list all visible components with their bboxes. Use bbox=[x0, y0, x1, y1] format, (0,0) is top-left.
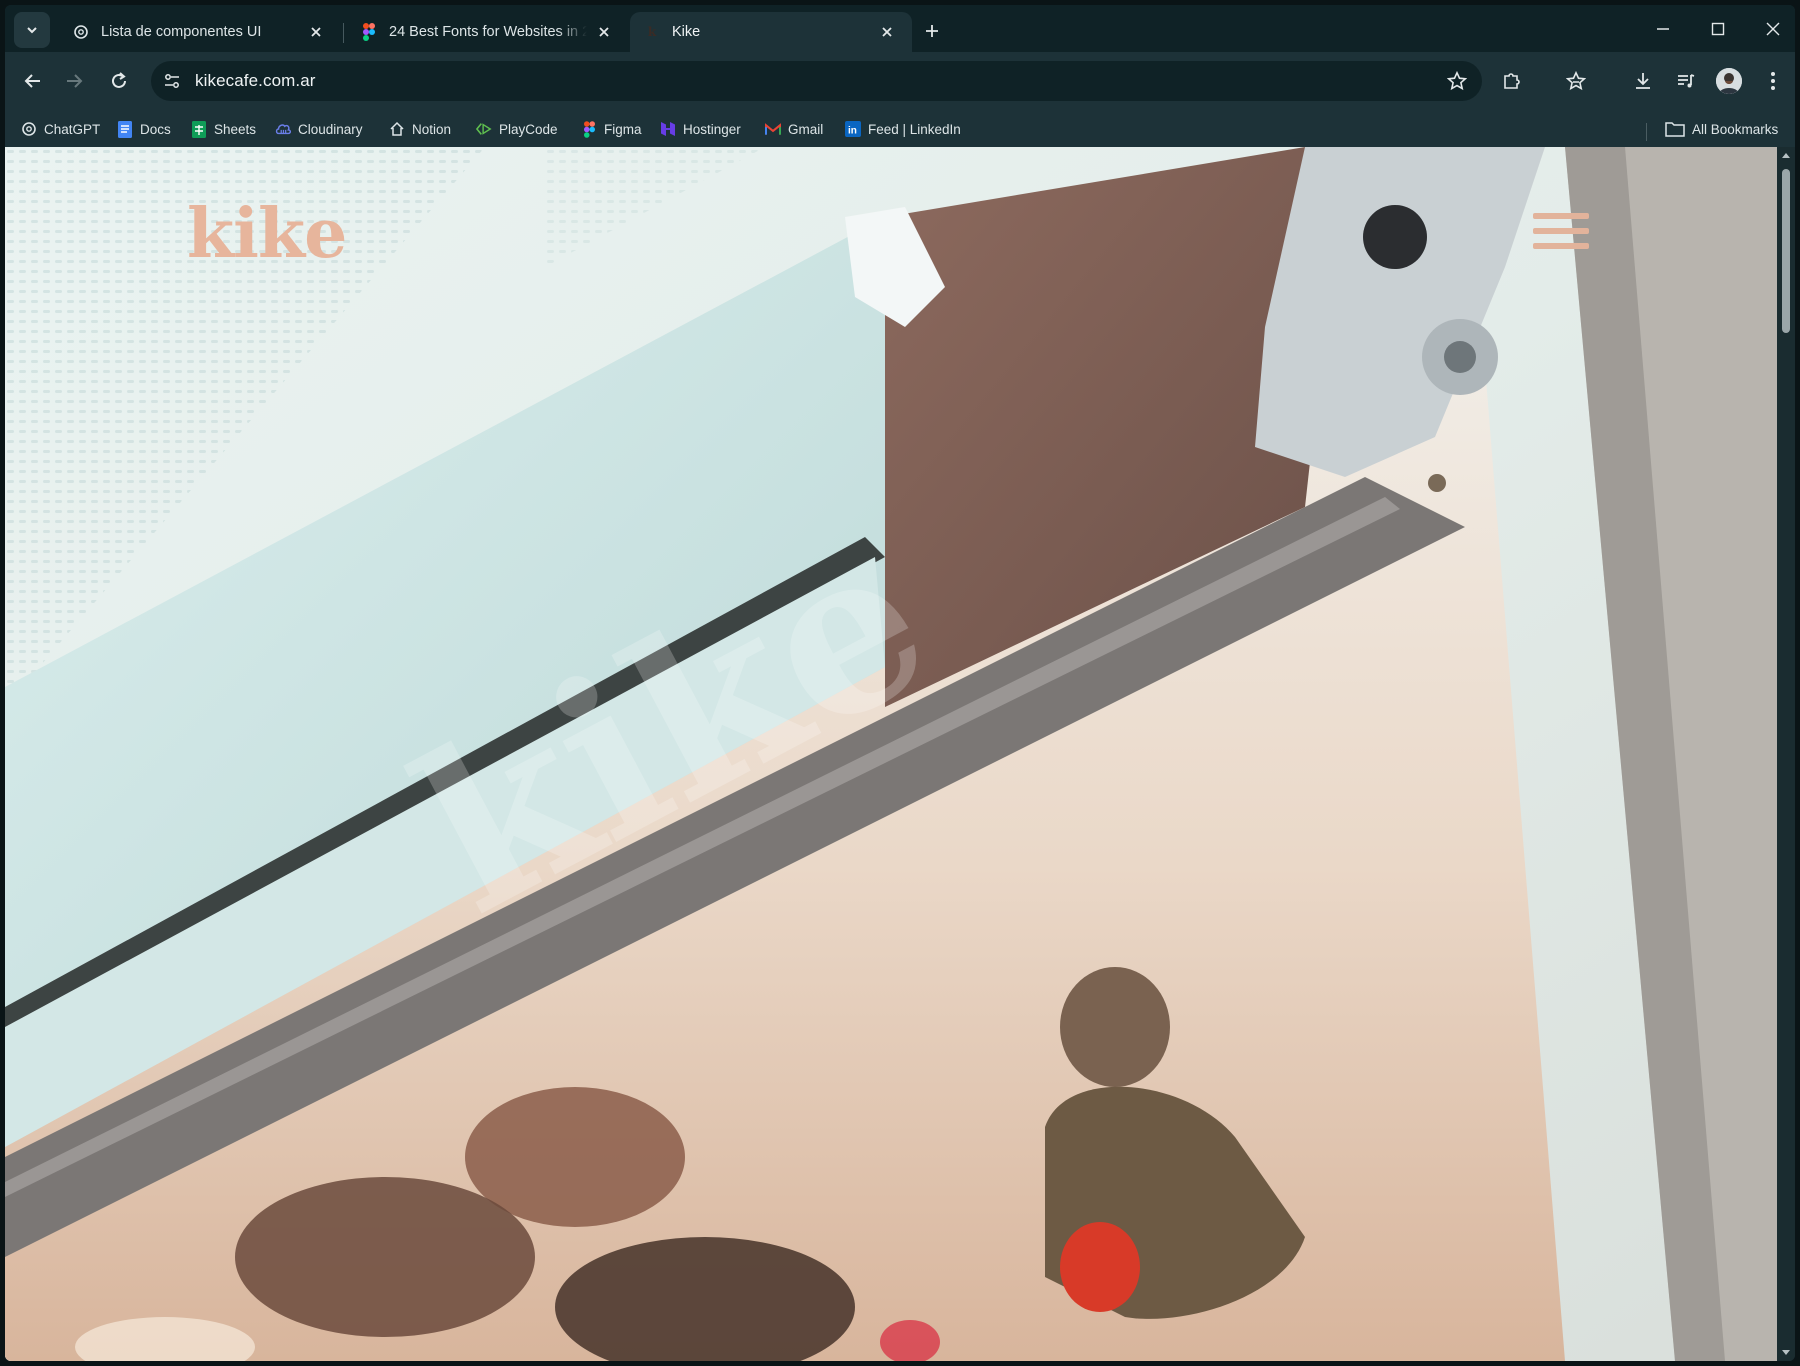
bookmark-label: ChatGPT bbox=[44, 121, 101, 137]
bookmark-figma[interactable]: Figma bbox=[581, 116, 642, 142]
chatgpt-icon bbox=[73, 24, 89, 40]
arrow-right-icon bbox=[67, 74, 83, 88]
bookmark-gmail[interactable]: Gmail bbox=[765, 116, 823, 142]
tab-title: Kike bbox=[672, 24, 701, 40]
site-info-button[interactable] bbox=[157, 66, 187, 96]
bookmark-label: Gmail bbox=[788, 121, 824, 137]
new-tab-button[interactable] bbox=[917, 16, 947, 46]
page-scrollbar[interactable] bbox=[1777, 147, 1795, 1361]
scroll-down-arrow-icon[interactable] bbox=[1781, 1348, 1791, 1358]
queue-music-icon bbox=[1678, 74, 1695, 88]
puzzle-icon bbox=[1504, 73, 1520, 89]
tab-best-fonts[interactable]: 24 Best Fonts for Websites in 2025 bbox=[347, 12, 629, 52]
browser-window: Lista de componentes UI 24 Best Fonts fo… bbox=[5, 5, 1795, 1361]
address-bar[interactable]: kikecafe.com.ar bbox=[151, 61, 1482, 101]
plus-icon bbox=[926, 25, 938, 37]
all-bookmarks-button[interactable]: All Bookmarks bbox=[1665, 116, 1778, 142]
bookmark-label: Hostinger bbox=[683, 121, 741, 137]
tab-strip: Lista de componentes UI 24 Best Fonts fo… bbox=[5, 5, 1795, 52]
close-icon[interactable] bbox=[305, 21, 327, 43]
close-icon[interactable] bbox=[593, 21, 615, 43]
scrollbar-thumb[interactable] bbox=[1782, 169, 1790, 333]
more-vertical-icon bbox=[1771, 72, 1775, 90]
reload-button[interactable] bbox=[102, 64, 136, 98]
arrow-left-icon bbox=[24, 74, 40, 88]
gmail-icon bbox=[765, 121, 781, 137]
url-text[interactable]: kikecafe.com.ar bbox=[195, 71, 316, 91]
download-icon bbox=[1636, 73, 1650, 89]
extensions-button[interactable] bbox=[1494, 64, 1528, 98]
minimize-button[interactable] bbox=[1635, 5, 1691, 52]
avatar-icon bbox=[1716, 68, 1742, 94]
kike-favicon: k bbox=[647, 25, 657, 39]
hostinger-icon bbox=[660, 121, 676, 137]
svg-text:in: in bbox=[848, 126, 857, 137]
bookmark-linkedin[interactable]: in Feed | LinkedIn bbox=[845, 116, 961, 142]
bookmark-label: Cloudinary bbox=[298, 121, 363, 137]
cloudinary-icon bbox=[275, 121, 291, 137]
all-bookmarks-label: All Bookmarks bbox=[1692, 121, 1779, 137]
chatgpt-icon bbox=[21, 121, 37, 137]
bookmark-label: Docs bbox=[140, 121, 171, 137]
bookmark-playcode[interactable]: PlayCode bbox=[476, 116, 558, 142]
maximize-icon bbox=[1711, 22, 1725, 35]
bookmark-chatgpt[interactable]: ChatGPT bbox=[21, 116, 100, 142]
playcode-icon bbox=[476, 121, 492, 137]
scroll-up-arrow-icon[interactable] bbox=[1781, 150, 1791, 160]
browser-toolbar: kikecafe.com.ar bbox=[5, 52, 1795, 110]
tab-title: Lista de componentes UI bbox=[101, 24, 262, 40]
bookmarks-separator bbox=[1646, 123, 1647, 141]
chevron-down-icon bbox=[27, 27, 37, 34]
close-icon[interactable] bbox=[876, 21, 898, 43]
bookmark-label: Feed | LinkedIn bbox=[868, 121, 961, 137]
bookmark-docs[interactable]: Docs bbox=[117, 116, 171, 142]
profile-avatar[interactable] bbox=[1716, 68, 1742, 94]
figma-icon bbox=[361, 23, 377, 41]
menu-bar-line bbox=[1533, 213, 1589, 219]
bookmark-cloudinary[interactable]: Cloudinary bbox=[275, 116, 363, 142]
folder-icon bbox=[1665, 121, 1685, 137]
bookmarks-bar: ChatGPT Docs Sheets Cloudinary Notion Pl… bbox=[5, 110, 1795, 147]
bookmark-label: PlayCode bbox=[499, 121, 558, 137]
reload-icon bbox=[112, 72, 126, 88]
media-control-button[interactable] bbox=[1669, 64, 1703, 98]
back-button[interactable] bbox=[16, 64, 50, 98]
home-icon bbox=[389, 121, 405, 137]
bookmark-hostinger[interactable]: Hostinger bbox=[660, 116, 741, 142]
menu-bar-line bbox=[1533, 243, 1589, 249]
bookmark-label: Sheets bbox=[214, 121, 257, 137]
close-window-button[interactable] bbox=[1745, 5, 1795, 52]
hero-background-image: kike bbox=[5, 147, 1777, 1361]
bookmark-notion[interactable]: Notion bbox=[389, 116, 451, 142]
forward-button[interactable] bbox=[57, 64, 91, 98]
star-list-icon bbox=[1566, 71, 1586, 91]
browser-menu-button[interactable] bbox=[1756, 64, 1790, 98]
tab-title: 24 Best Fonts for Websites in 2025 bbox=[389, 24, 587, 40]
bookmark-star-button[interactable] bbox=[1444, 68, 1470, 94]
figma-icon bbox=[581, 120, 597, 138]
bookmark-label: Notion bbox=[412, 121, 452, 137]
tab-search-button[interactable] bbox=[14, 12, 50, 48]
sheets-icon bbox=[191, 120, 207, 138]
minimize-icon bbox=[1657, 27, 1669, 30]
docs-icon bbox=[117, 120, 133, 138]
tab-separator bbox=[343, 23, 344, 43]
menu-bar-line bbox=[1533, 228, 1589, 234]
tune-icon bbox=[165, 74, 179, 88]
tab-lista-componentes[interactable]: Lista de componentes UI bbox=[59, 12, 341, 52]
favorites-button[interactable] bbox=[1559, 64, 1593, 98]
bookmark-label: Figma bbox=[604, 121, 642, 137]
tab-kike[interactable]: k Kike bbox=[630, 12, 912, 52]
star-outline-icon bbox=[1447, 71, 1467, 91]
bookmark-sheets[interactable]: Sheets bbox=[191, 116, 256, 142]
maximize-button[interactable] bbox=[1690, 5, 1746, 52]
downloads-button[interactable] bbox=[1626, 64, 1660, 98]
linkedin-icon: in bbox=[845, 121, 861, 137]
page-viewport: kike kike bbox=[5, 147, 1777, 1361]
hamburger-menu-button[interactable] bbox=[1533, 211, 1589, 251]
site-logo[interactable]: kike bbox=[187, 194, 347, 274]
close-icon bbox=[1766, 22, 1780, 35]
